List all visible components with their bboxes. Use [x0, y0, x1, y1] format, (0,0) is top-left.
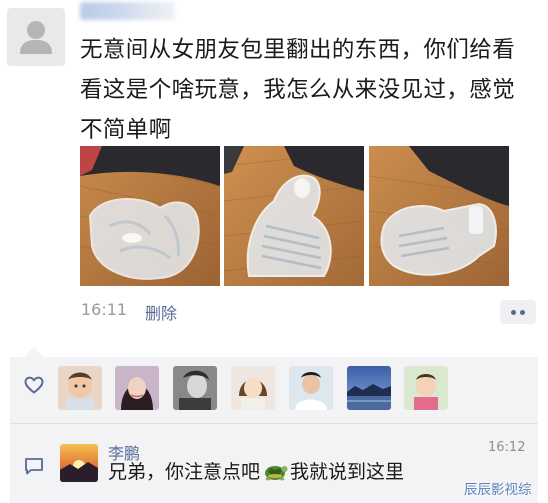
more-options-button[interactable]: [500, 300, 536, 324]
comment-text[interactable]: 兄弟，你注意点吧 我就说到这里: [108, 459, 404, 485]
post-photo-2[interactable]: [224, 146, 364, 286]
dot-icon: [520, 310, 525, 315]
like-avatar[interactable]: [58, 366, 102, 410]
like-avatar[interactable]: [173, 366, 217, 410]
poster-avatar[interactable]: [7, 8, 65, 66]
panel-caret: [24, 347, 44, 357]
poster-name-redacted[interactable]: [80, 2, 175, 20]
default-avatar-icon: [20, 21, 52, 54]
dot-icon: [511, 310, 516, 315]
commenter-avatar[interactable]: [60, 444, 98, 482]
comment-time: 16:12: [488, 440, 526, 455]
comment-text-after: 我就说到这里: [290, 461, 405, 483]
post-text: 无意间从女朋友包里翻出的东西，你们给看看这是个啥玩意，我怎么从来没见过，感觉不简…: [80, 37, 516, 143]
comment-text-before: 兄弟，你注意点吧: [108, 461, 261, 483]
turtle-emoji-icon: [265, 466, 288, 481]
heart-icon: [24, 376, 44, 394]
like-avatar[interactable]: [404, 366, 448, 410]
post-photo-1[interactable]: [80, 146, 220, 286]
like-avatar[interactable]: [231, 366, 275, 410]
comment-icon: [25, 458, 43, 475]
post-photo-3[interactable]: [369, 146, 509, 286]
like-avatar[interactable]: [289, 366, 333, 410]
post-time: 16:11: [81, 300, 128, 319]
watermark: 辰辰影视综: [464, 482, 532, 498]
panel-divider: [10, 423, 538, 424]
like-avatar[interactable]: [115, 366, 159, 410]
delete-link[interactable]: 删除: [145, 300, 177, 324]
like-avatar[interactable]: [347, 366, 391, 410]
